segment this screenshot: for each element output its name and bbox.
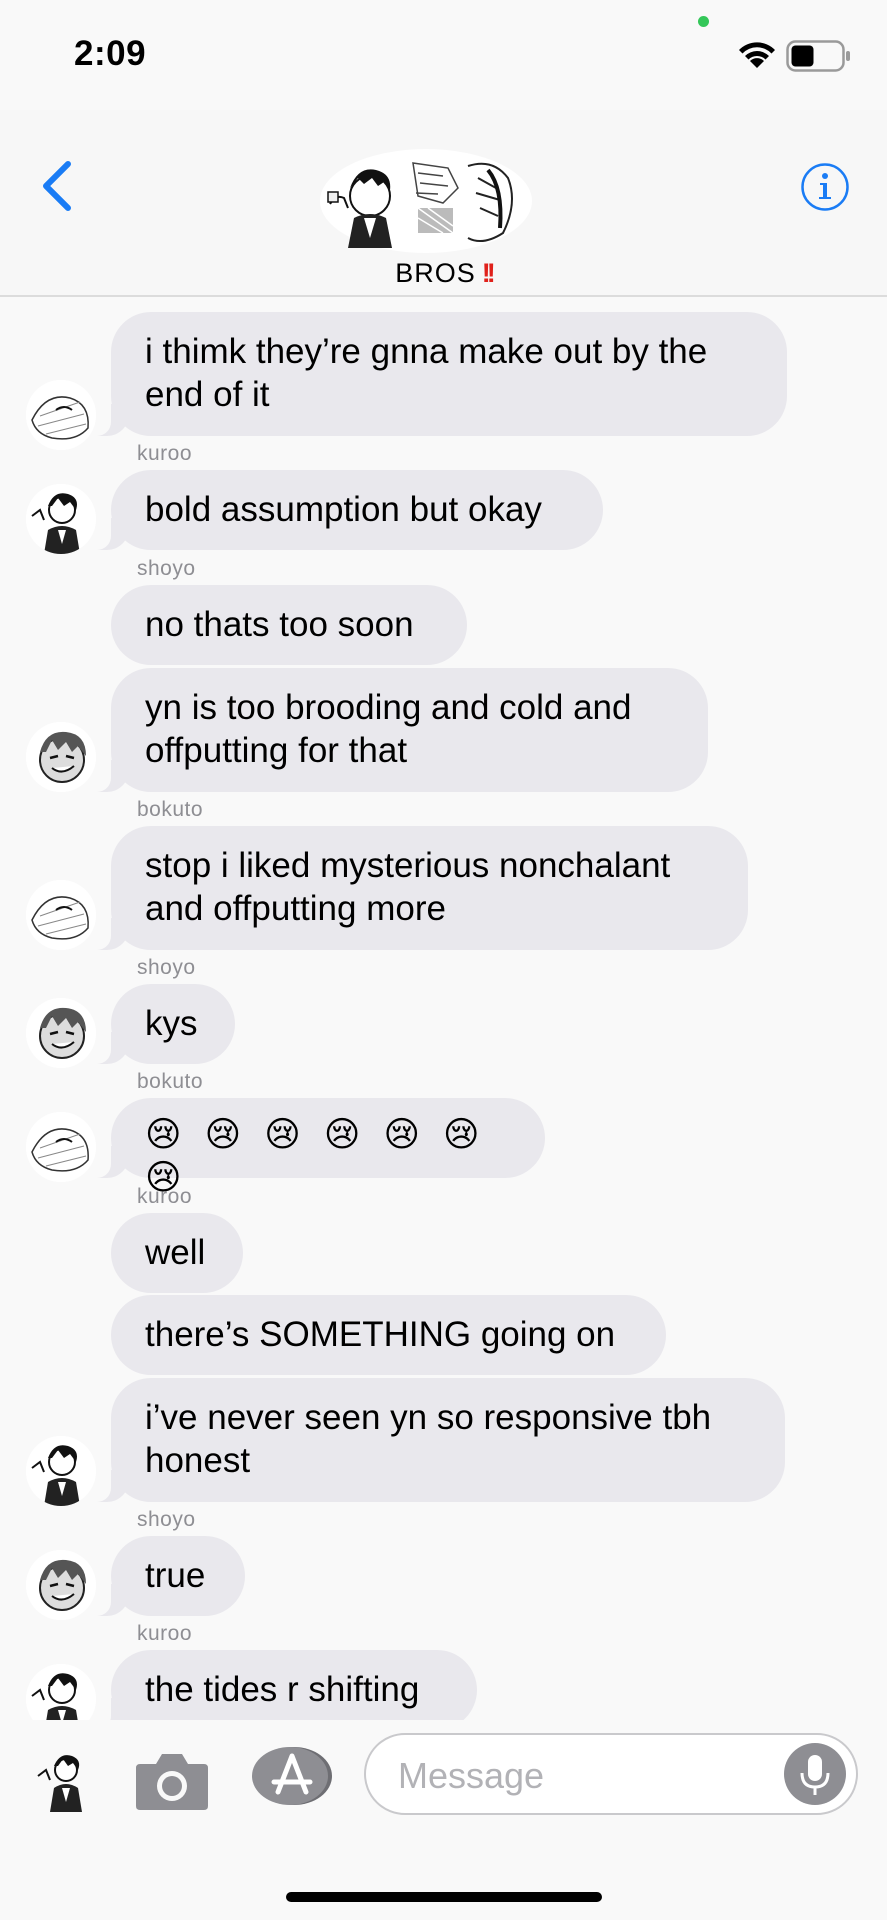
status-time: 2:09 xyxy=(74,34,147,73)
status-bar: 2:09 xyxy=(0,0,887,110)
group-name[interactable]: BROS!! xyxy=(0,258,887,289)
microphone-icon xyxy=(800,1755,830,1795)
sender-name: shoyo xyxy=(137,956,196,979)
microphone-button[interactable] xyxy=(784,1743,846,1805)
sender-name: shoyo xyxy=(137,1508,196,1531)
group-name-text: BROS xyxy=(395,258,476,288)
message-bubble[interactable]: kys xyxy=(89,984,235,1064)
message-bubble[interactable]: no thats too soon xyxy=(111,585,467,665)
composer-bar xyxy=(0,1720,887,1920)
message-input[interactable] xyxy=(396,1753,780,1799)
group-avatar[interactable] xyxy=(318,148,534,254)
message-bubble[interactable]: true xyxy=(89,1536,245,1616)
memoji-sticker-icon[interactable] xyxy=(34,1748,94,1812)
sender-name: kuroo xyxy=(137,1622,193,1645)
message-bubble[interactable]: the tides r shifting xyxy=(89,1650,477,1720)
message-thread[interactable]: i thimk they’re gnna make out by the end… xyxy=(0,300,887,1720)
double-exclamation-emoji: !! xyxy=(481,258,496,288)
message-bubble[interactable]: bold assumption but okay xyxy=(89,470,603,550)
message-bubble[interactable]: 😢 😢 😢 😢 😢 😢 😢 xyxy=(89,1098,545,1198)
home-indicator[interactable] xyxy=(286,1892,602,1902)
message-bubble[interactable]: i thimk they’re gnna make out by the end… xyxy=(89,312,787,436)
privacy-indicator-dot xyxy=(698,16,709,27)
conversation-header: BROS!! xyxy=(0,110,887,297)
camera-icon[interactable] xyxy=(134,1750,210,1812)
chevron-left-icon[interactable] xyxy=(40,160,74,212)
sender-name: shoyo xyxy=(137,557,196,580)
message-bubble[interactable]: stop i liked mysterious nonchalant and o… xyxy=(89,826,748,950)
sender-name: kuroo xyxy=(137,1185,193,1208)
shoyo-avatar xyxy=(26,484,96,554)
message-bubble[interactable]: there’s SOMETHING going on xyxy=(111,1295,666,1375)
shoyo-avatar xyxy=(26,1436,96,1506)
info-circle-icon[interactable] xyxy=(800,162,850,212)
sender-name: bokuto xyxy=(137,1070,204,1093)
kuroo-avatar xyxy=(26,380,96,450)
shoyo-avatar xyxy=(26,1664,96,1720)
kuroo-avatar xyxy=(26,880,96,950)
wifi-icon xyxy=(739,42,775,68)
bokuto-avatar xyxy=(26,722,96,792)
app-store-icon[interactable] xyxy=(252,1746,332,1806)
message-bubble[interactable]: i’ve never seen yn so responsive tbh hon… xyxy=(89,1378,785,1502)
message-bubble[interactable]: yn is too brooding and cold and offputti… xyxy=(89,668,708,792)
kuroo-avatar xyxy=(26,1112,96,1182)
sender-name: bokuto xyxy=(137,798,204,821)
message-field[interactable] xyxy=(364,1733,858,1815)
battery-icon xyxy=(786,40,850,72)
sender-name: kuroo xyxy=(137,442,193,465)
message-bubble[interactable]: well xyxy=(111,1213,243,1293)
bokuto-avatar xyxy=(26,1550,96,1620)
bokuto-avatar xyxy=(26,998,96,1068)
